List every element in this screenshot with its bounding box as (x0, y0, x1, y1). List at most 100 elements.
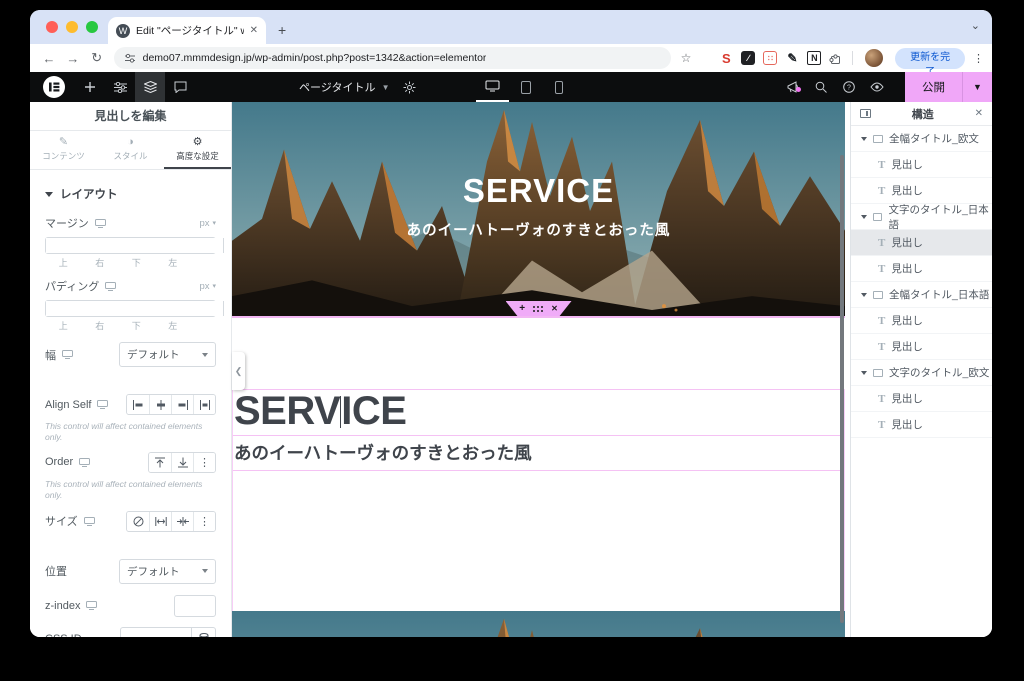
minimize-window-button[interactable] (66, 21, 78, 33)
monitor-icon[interactable] (84, 517, 95, 526)
monitor-icon[interactable] (97, 400, 108, 409)
size-custom-button[interactable]: ⋮ (193, 512, 215, 531)
elementor-logo-icon[interactable] (43, 76, 65, 98)
layout-section-header[interactable]: レイアウト (30, 186, 231, 202)
site-settings-sliders-button[interactable] (105, 72, 135, 102)
size-none-button[interactable] (127, 512, 149, 531)
monitor-icon[interactable] (79, 458, 90, 467)
size-shrink-button[interactable] (171, 512, 193, 531)
browser-menu-icon[interactable]: ⋮ (973, 52, 984, 65)
tree-heading-row[interactable]: T 見出し (851, 412, 992, 438)
device-mobile-button[interactable] (542, 72, 575, 102)
monitor-icon[interactable] (105, 282, 116, 291)
monitor-icon[interactable] (62, 350, 73, 359)
tree-container-row[interactable]: 文字のタイトル_欧文 (851, 360, 992, 386)
align-end-button[interactable] (171, 395, 193, 414)
delete-container-icon[interactable]: ✕ (551, 304, 558, 313)
device-desktop-button[interactable] (476, 72, 509, 102)
add-element-button[interactable] (75, 72, 105, 102)
company-overview-section[interactable]: 会社概要 (232, 611, 845, 637)
extension-s-icon[interactable]: S (719, 51, 733, 65)
width-select[interactable]: デフォルト (119, 342, 216, 367)
panel-dock-icon[interactable] (860, 109, 871, 118)
tab-search-chevron-icon[interactable]: ⌄ (971, 19, 980, 32)
align-stretch-button[interactable] (193, 395, 215, 414)
help-button[interactable]: ? (835, 81, 863, 93)
tree-heading-row[interactable]: T 見出し (851, 178, 992, 204)
padding-right-input[interactable] (224, 301, 231, 316)
margin-top-input[interactable] (46, 238, 224, 253)
hero-section-english[interactable]: SERVICE あのイーハトーヴォのすきとおった風 + ✕ (232, 102, 845, 318)
panel-collapse-handle[interactable]: ❮ (232, 352, 245, 390)
caret-down-icon[interactable] (861, 215, 867, 219)
tree-heading-row[interactable]: T 見出し (851, 308, 992, 334)
extension-red-icon[interactable]: ∷ (763, 51, 777, 65)
canvas-scrollbar[interactable] (840, 155, 844, 623)
unit-selector[interactable]: px▾ (199, 281, 216, 292)
order-first-button[interactable] (149, 453, 171, 472)
tab-advanced[interactable]: ⚙ 高度な設定 (164, 131, 231, 169)
document-switcher[interactable]: ページタイトル ▼ (299, 72, 389, 102)
address-bar[interactable]: demo07.mmmdesign.jp/wp-admin/post.php?po… (114, 47, 671, 69)
extension-pen-icon[interactable]: ✎ (785, 51, 799, 65)
tab-content[interactable]: ✎ コンテンツ (30, 131, 97, 169)
zoom-window-button[interactable] (86, 21, 98, 33)
finder-search-button[interactable] (807, 81, 835, 93)
forward-button[interactable]: → (62, 51, 84, 66)
close-icon[interactable]: ✕ (975, 108, 983, 119)
monitor-icon[interactable] (95, 219, 106, 228)
whats-new-button[interactable] (779, 81, 807, 93)
z-index-input[interactable] (174, 595, 216, 617)
margin-right-input[interactable] (224, 238, 231, 253)
tree-heading-row[interactable]: T 見出し (851, 334, 992, 360)
tree-heading-row-selected[interactable]: T 見出し (851, 230, 992, 256)
publish-button[interactable]: 公開 (905, 72, 962, 102)
tree-heading-row[interactable]: T 見出し (851, 152, 992, 178)
caret-down-icon[interactable] (861, 293, 867, 297)
add-container-icon[interactable]: + (519, 304, 525, 314)
subtitle-heading[interactable]: あのイーハトーヴォのすきとおった風 (234, 443, 532, 463)
reload-button[interactable]: ↻ (86, 50, 108, 66)
hero-title-heading[interactable]: SERVICE (232, 172, 845, 210)
tree-container-row[interactable]: 全幅タイトル_日本語 (851, 282, 992, 308)
profile-avatar[interactable] (865, 49, 883, 67)
hero-subtitle-heading[interactable]: あのイーハトーヴォのすきとおった風 (232, 219, 845, 240)
caret-down-icon[interactable] (861, 137, 867, 141)
caret-down-icon[interactable] (861, 371, 867, 375)
order-custom-button[interactable]: ⋮ (193, 453, 215, 472)
position-select[interactable]: デフォルト (119, 559, 216, 584)
notes-button[interactable] (165, 72, 195, 102)
site-settings-icon[interactable] (124, 53, 136, 63)
align-start-button[interactable] (127, 395, 149, 414)
unit-selector[interactable]: px▾ (199, 218, 216, 229)
tree-container-row[interactable]: 全幅タイトル_欧文 (851, 126, 992, 152)
order-last-button[interactable] (171, 453, 193, 472)
extension-notion-icon[interactable]: N (807, 51, 821, 65)
editable-heading[interactable]: SERVICE (234, 390, 844, 432)
chrome-update-button[interactable]: 更新を完了 (895, 48, 965, 69)
extension-slash-icon[interactable]: ∕ (741, 51, 755, 65)
page-settings-button[interactable] (403, 72, 416, 102)
monitor-icon[interactable] (86, 601, 97, 610)
heading-edit-block[interactable]: SERVICE (233, 389, 844, 436)
align-center-button[interactable] (149, 395, 171, 414)
extensions-puzzle-icon[interactable] (829, 52, 842, 65)
back-button[interactable]: ← (38, 51, 60, 66)
dynamic-tags-button[interactable] (192, 627, 216, 637)
tree-heading-row[interactable]: T 見出し (851, 386, 992, 412)
subtitle-block[interactable]: あのイーハトーヴォのすきとおった風 (233, 436, 844, 471)
size-grow-button[interactable] (149, 512, 171, 531)
tab-style[interactable]: ◑ スタイル (97, 131, 164, 169)
tree-container-row[interactable]: 文字のタイトル_日本語 (851, 204, 992, 230)
text-title-section-japanese[interactable]: SERVICE あのイーハトーヴォのすきとおった風 (232, 389, 845, 611)
preview-button[interactable] (863, 82, 891, 92)
structure-panel-button[interactable] (135, 72, 165, 102)
tree-heading-row[interactable]: T 見出し (851, 256, 992, 282)
tab-close-icon[interactable]: ✕ (250, 25, 258, 36)
bookmark-star-icon[interactable]: ☆ (681, 51, 692, 65)
close-window-button[interactable] (46, 21, 58, 33)
padding-top-input[interactable] (46, 301, 224, 316)
drag-container-icon[interactable] (533, 306, 535, 308)
device-tablet-button[interactable] (509, 72, 542, 102)
browser-tab[interactable]: W Edit "ページタイトル" with Ele ✕ (108, 17, 266, 44)
